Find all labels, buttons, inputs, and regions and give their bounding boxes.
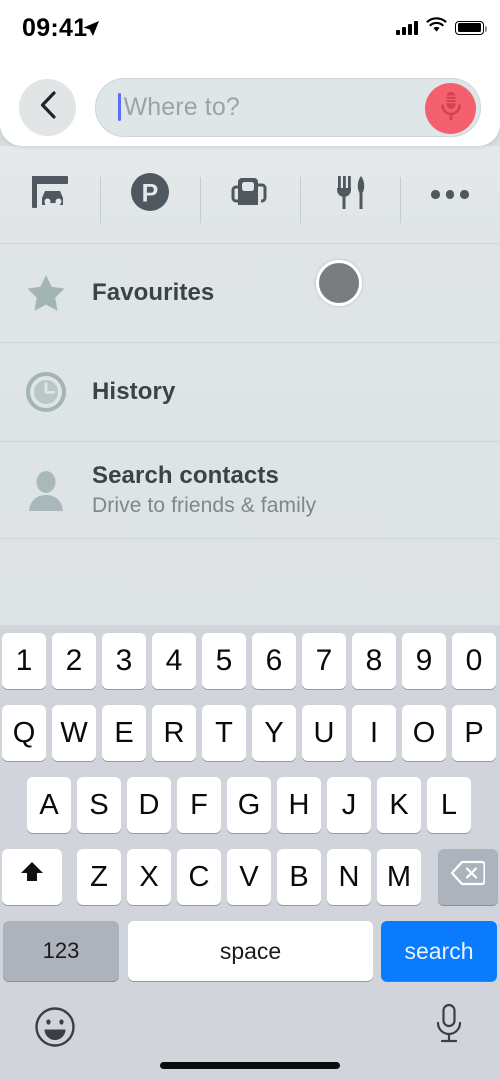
- backspace-key[interactable]: [438, 849, 498, 905]
- key-9[interactable]: 9: [402, 633, 446, 689]
- key-z[interactable]: Z: [77, 849, 121, 905]
- key-3[interactable]: 3: [102, 633, 146, 689]
- key-0[interactable]: 0: [452, 633, 496, 689]
- search-return-label: search: [404, 937, 474, 964]
- parking-p-icon: P: [128, 170, 172, 219]
- key-v[interactable]: V: [227, 849, 271, 905]
- fork-knife-icon: [330, 171, 370, 218]
- numeric-mode-label: 123: [42, 938, 80, 963]
- list-item-text: Search contacts Drive to friends & famil…: [92, 462, 316, 518]
- search-input[interactable]: Where to?: [95, 77, 481, 137]
- touch-pointer: [316, 260, 362, 306]
- microphone-outline-icon: [436, 1003, 462, 1043]
- key-t[interactable]: T: [202, 705, 246, 761]
- home-indicator: [160, 1062, 340, 1069]
- key-7[interactable]: 7: [302, 633, 346, 689]
- category-food[interactable]: [300, 146, 400, 243]
- category-parking[interactable]: P: [100, 146, 200, 243]
- dictation-button[interactable]: [433, 1002, 465, 1051]
- key-f[interactable]: F: [177, 777, 221, 833]
- list-item-title: History: [92, 378, 176, 405]
- category-filter-row: P: [0, 146, 500, 244]
- key-5[interactable]: 5: [202, 633, 246, 689]
- suggestions-panel: P Favourites History Search contacts Dri…: [0, 146, 500, 625]
- voice-search-button[interactable]: [425, 82, 476, 134]
- shift-arrow-icon: [18, 859, 46, 895]
- back-button[interactable]: [19, 78, 76, 136]
- keyboard-accessory-bar: [0, 1000, 500, 1080]
- category-fuel[interactable]: [200, 146, 300, 243]
- key-8[interactable]: 8: [352, 633, 396, 689]
- list-item-text: Favourites: [92, 279, 214, 307]
- key-n[interactable]: N: [327, 849, 371, 905]
- key-l[interactable]: L: [427, 777, 471, 833]
- search-placeholder: Where to?: [123, 92, 240, 121]
- numeric-mode-key[interactable]: 123: [3, 921, 119, 981]
- battery-full-icon: [455, 20, 488, 35]
- key-j[interactable]: J: [327, 777, 371, 833]
- list-item-favourites[interactable]: Favourites: [0, 244, 500, 343]
- wifi-icon: [426, 17, 447, 38]
- key-d[interactable]: D: [127, 777, 171, 833]
- key-c[interactable]: C: [177, 849, 221, 905]
- chevron-left-icon: [37, 90, 59, 125]
- key-a[interactable]: A: [27, 777, 71, 833]
- status-bar: 09:41: [0, 0, 500, 50]
- key-y[interactable]: Y: [252, 705, 296, 761]
- key-s[interactable]: S: [77, 777, 121, 833]
- star-icon: [0, 273, 92, 313]
- phone-screen: P Favourites History Search contacts Dri…: [0, 0, 500, 1080]
- ellipsis-icon: [431, 190, 469, 199]
- key-g[interactable]: G: [227, 777, 271, 833]
- shift-key[interactable]: [2, 849, 62, 905]
- key-o[interactable]: O: [402, 705, 446, 761]
- car-wash-icon: [28, 172, 72, 217]
- gas-pump-icon: [229, 171, 271, 218]
- key-h[interactable]: H: [277, 777, 321, 833]
- emoji-smiley-icon: [35, 1007, 75, 1047]
- list-item-search-contacts[interactable]: Search contacts Drive to friends & famil…: [0, 442, 500, 539]
- list-item-history[interactable]: History: [0, 343, 500, 442]
- key-b[interactable]: B: [277, 849, 321, 905]
- backspace-icon: [450, 860, 486, 894]
- key-1[interactable]: 1: [2, 633, 46, 689]
- list-item-title: Search contacts: [92, 462, 279, 489]
- emoji-button[interactable]: [33, 1005, 77, 1054]
- on-screen-keyboard: 1 2 3 4 5 6 7 8 9 0 Q W E R T Y U I O P …: [0, 625, 500, 1080]
- key-u[interactable]: U: [302, 705, 346, 761]
- key-4[interactable]: 4: [152, 633, 196, 689]
- list-item-title: Favourites: [92, 279, 215, 306]
- key-6[interactable]: 6: [252, 633, 296, 689]
- key-q[interactable]: Q: [2, 705, 46, 761]
- key-w[interactable]: W: [52, 705, 96, 761]
- text-caret: [118, 93, 121, 121]
- space-key[interactable]: space: [128, 921, 373, 981]
- list-item-subtitle: Drive to friends & family: [92, 494, 317, 517]
- space-label: space: [219, 937, 282, 964]
- status-bar-indicators: [396, 17, 488, 38]
- key-x[interactable]: X: [127, 849, 171, 905]
- panel-empty-space: [0, 539, 500, 624]
- category-more[interactable]: [400, 146, 500, 243]
- list-item-text: History: [92, 378, 175, 406]
- cellular-signal-icon: [396, 20, 418, 35]
- top-bar-sheet: 09:41 Where to?: [0, 0, 500, 146]
- key-i[interactable]: I: [352, 705, 396, 761]
- location-arrow-icon: [82, 20, 100, 38]
- microphone-icon: [438, 90, 464, 127]
- category-car-wash[interactable]: [0, 146, 100, 243]
- key-r[interactable]: R: [152, 705, 196, 761]
- clock-icon: [0, 370, 92, 414]
- person-icon: [0, 468, 92, 512]
- key-2[interactable]: 2: [52, 633, 96, 689]
- search-return-key[interactable]: search: [381, 921, 497, 981]
- search-bar-row: Where to?: [0, 70, 500, 144]
- key-k[interactable]: K: [377, 777, 421, 833]
- status-bar-time: 09:41: [22, 14, 88, 42]
- key-e[interactable]: E: [102, 705, 146, 761]
- key-p[interactable]: P: [452, 705, 496, 761]
- svg-text:P: P: [142, 180, 159, 208]
- key-m[interactable]: M: [377, 849, 421, 905]
